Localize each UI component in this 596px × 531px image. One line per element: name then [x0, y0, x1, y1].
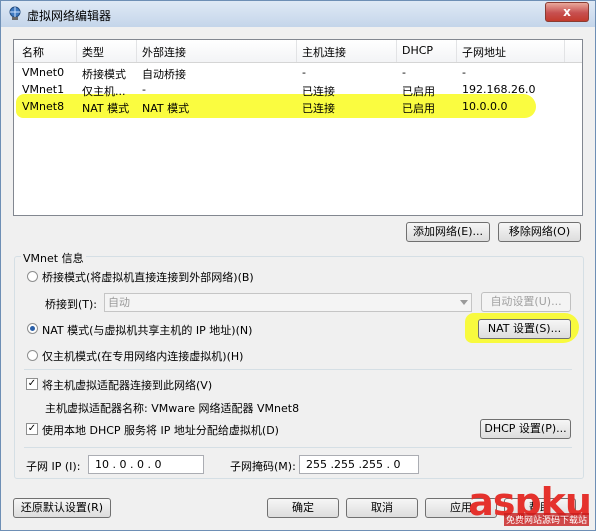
- row-subnet: -: [462, 66, 466, 79]
- row-type: 桥接模式: [82, 68, 126, 81]
- virtual-network-editor-window: 虚拟网络编辑器 x 名称 类型 外部连接 主机连接 DHCP 子网地址 VMne…: [0, 0, 596, 531]
- table-row[interactable]: VMnet1 仅主机... - 已连接 已启用 192.168.26.0: [14, 82, 582, 99]
- row-name: VMnet8: [22, 100, 65, 113]
- row-name: VMnet1: [22, 83, 65, 96]
- column-header-host[interactable]: 主机连接: [302, 44, 346, 59]
- group-title: VMnet 信息: [21, 250, 86, 266]
- nat-settings-button[interactable]: NAT 设置(S)...: [478, 319, 571, 339]
- row-subnet: 192.168.26.0: [462, 83, 536, 96]
- title-bar[interactable]: 虚拟网络编辑器 x: [1, 1, 595, 27]
- table-row[interactable]: VMnet0 桥接模式 自动桥接 - - -: [14, 65, 582, 82]
- host-only-radio[interactable]: [27, 350, 38, 361]
- use-dhcp-label[interactable]: 使用本地 DHCP 服务将 IP 地址分配给虚拟机(D): [42, 422, 279, 438]
- window-title: 虚拟网络编辑器: [27, 9, 112, 23]
- connect-adapter-label[interactable]: 将主机虚拟适配器连接到此网络(V): [42, 377, 212, 393]
- remove-network-button[interactable]: 移除网络(O): [498, 222, 581, 242]
- row-external: NAT 模式: [142, 102, 190, 115]
- bridged-mode-radio[interactable]: [27, 271, 38, 282]
- column-header-external[interactable]: 外部连接: [142, 44, 186, 59]
- network-list[interactable]: 名称 类型 外部连接 主机连接 DHCP 子网地址 VMnet0 桥接模式 自动…: [13, 39, 583, 216]
- network-globe-icon: [9, 6, 21, 20]
- ok-button[interactable]: 确定: [267, 498, 339, 518]
- restore-defaults-button[interactable]: 还原默认设置(R): [13, 498, 111, 518]
- row-dhcp: -: [402, 66, 406, 79]
- host-only-label[interactable]: 仅主机模式(在专用网络内连接虚拟机)(H): [42, 348, 243, 364]
- column-header-subnet[interactable]: 子网地址: [462, 44, 506, 59]
- site-watermark-subtitle: 免费网站源码下载站: [503, 513, 589, 526]
- bridged-to-value: 自动: [108, 296, 130, 309]
- row-subnet: 10.0.0.0: [462, 100, 508, 113]
- column-header-type[interactable]: 类型: [82, 44, 104, 59]
- subnet-mask-input[interactable]: 255 .255 .255 . 0: [299, 455, 419, 474]
- subnet-ip-label: 子网 IP (I):: [26, 460, 81, 473]
- bridged-to-select[interactable]: 自动: [104, 293, 472, 312]
- dhcp-settings-button[interactable]: DHCP 设置(P)...: [480, 419, 571, 439]
- list-header: 名称 类型 外部连接 主机连接 DHCP 子网地址: [14, 40, 582, 63]
- close-icon: x: [563, 5, 571, 19]
- row-host: 已连接: [302, 85, 335, 98]
- bridged-mode-label[interactable]: 桥接模式(将虚拟机直接连接到外部网络)(B): [42, 269, 254, 285]
- cancel-button[interactable]: 取消: [346, 498, 418, 518]
- divider: [24, 369, 572, 370]
- row-host: 已连接: [302, 102, 335, 115]
- row-host: -: [302, 66, 306, 79]
- row-external: 自动桥接: [142, 68, 186, 81]
- subnet-ip-input[interactable]: 10 . 0 . 0 . 0: [88, 455, 204, 474]
- column-header-name[interactable]: 名称: [22, 44, 44, 59]
- row-dhcp: 已启用: [402, 102, 435, 115]
- row-external: -: [142, 83, 146, 96]
- row-type: 仅主机...: [82, 85, 126, 98]
- add-network-button[interactable]: 添加网络(E)...: [406, 222, 490, 242]
- row-dhcp: 已启用: [402, 85, 435, 98]
- column-header-dhcp[interactable]: DHCP: [402, 44, 433, 58]
- close-button[interactable]: x: [545, 2, 589, 22]
- row-type: NAT 模式: [82, 102, 130, 115]
- vmnet-info-group: [14, 256, 584, 479]
- divider: [24, 447, 572, 448]
- adapter-name-label: 主机虚拟适配器名称: VMware 网络适配器 VMnet8: [45, 402, 300, 415]
- subnet-mask-label: 子网掩码(M):: [230, 460, 296, 473]
- nat-mode-label[interactable]: NAT 模式(与虚拟机共享主机的 IP 地址)(N): [42, 322, 252, 338]
- row-name: VMnet0: [22, 66, 65, 79]
- table-row-selected[interactable]: VMnet8 NAT 模式 NAT 模式 已连接 已启用 10.0.0.0: [14, 99, 582, 116]
- use-dhcp-checkbox[interactable]: ✓: [26, 423, 38, 435]
- bridged-to-label: 桥接到(T):: [45, 298, 98, 311]
- chevron-down-icon: [460, 300, 468, 305]
- connect-adapter-checkbox[interactable]: ✓: [26, 378, 38, 390]
- auto-settings-button[interactable]: 自动设置(U)...: [481, 292, 571, 312]
- nat-mode-radio[interactable]: [27, 323, 38, 334]
